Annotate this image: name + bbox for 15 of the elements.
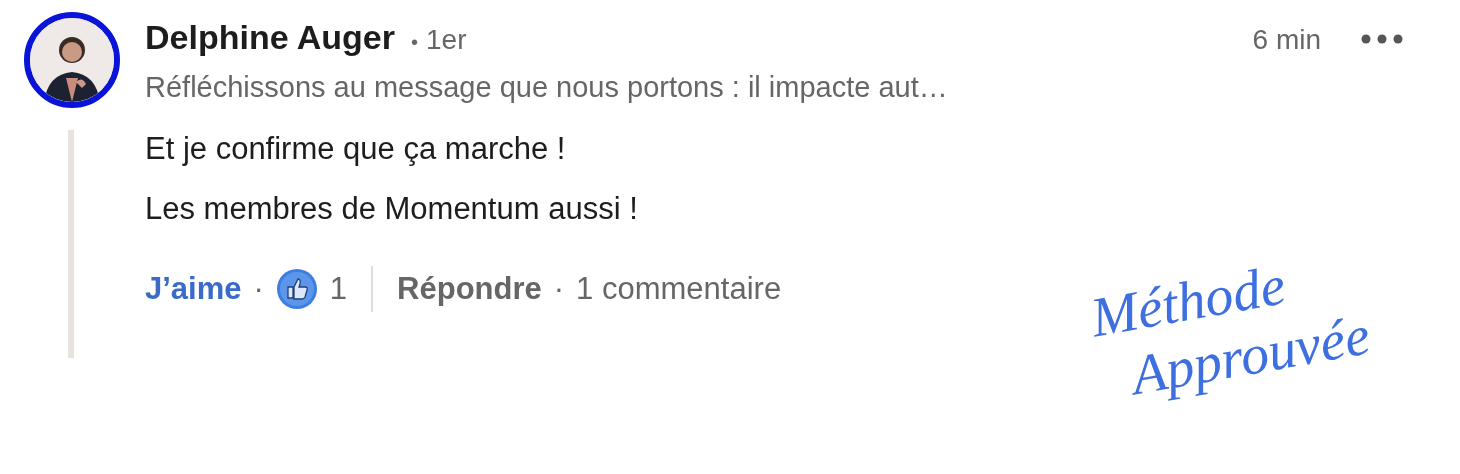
degree-separator: •	[411, 30, 418, 55]
connection-degree: 1er	[426, 23, 467, 57]
author-name[interactable]: Delphine Auger	[145, 12, 395, 63]
thumbs-up-icon	[275, 267, 318, 310]
like-button[interactable]: J’aime	[145, 265, 242, 312]
more-options-icon[interactable]	[1361, 34, 1403, 44]
timestamp: 6 min	[1252, 23, 1321, 57]
comment-text: Les membres de Momentum aussi !	[145, 189, 639, 228]
separator: ·	[553, 269, 565, 308]
separator: ·	[253, 269, 264, 308]
replies-link[interactable]: 1 commentaire	[576, 265, 782, 312]
author-headline: Réfléchissons au message que nous portons : il impacte aut…	[145, 70, 949, 105]
comment-text: Et je confirme que ça marche !	[145, 129, 567, 168]
reply-button[interactable]: Répondre	[397, 265, 542, 312]
reaction-count: 1	[329, 269, 348, 308]
